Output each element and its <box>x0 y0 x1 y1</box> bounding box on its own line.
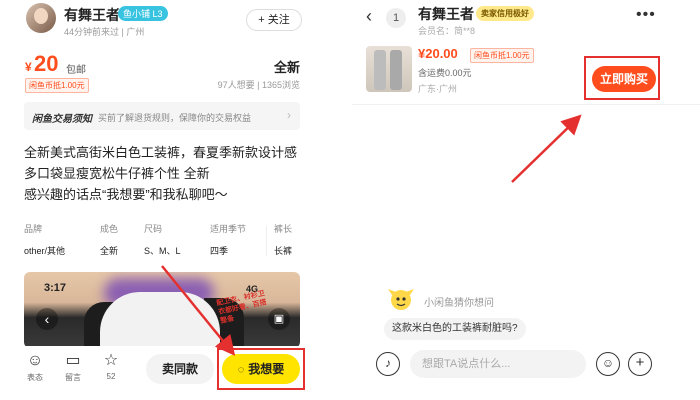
seller-avatar[interactable] <box>26 3 56 33</box>
photo-detail <box>100 292 220 348</box>
gallery-icon[interactable]: ▣ <box>268 308 290 330</box>
product-description: 全新美式高街米白色工装裤，春夏季新款设计感 多口袋显瘦宽松牛仔裤个性 全新 感兴… <box>24 142 304 205</box>
attribute-table: 品牌 other/其他 成色 全新 尺码 S、M、L 适用季节 四季 裤长 长裤 <box>24 222 302 264</box>
item-thumbnail[interactable] <box>366 46 412 92</box>
comment-button[interactable]: ▭ 留言 <box>60 352 86 383</box>
trade-notice-banner[interactable]: 闲鱼交易须知 买前了解退货规则，保障你的交易权益 › <box>24 102 300 130</box>
attribute-value: 长裤 <box>274 246 293 256</box>
bot-avatar-icon <box>388 289 414 310</box>
sell-same-button[interactable]: 卖同款 <box>146 354 214 384</box>
divider <box>266 226 267 256</box>
suggested-question-chip[interactable]: 这款米白色的工装裤耐脏吗? <box>384 318 526 340</box>
description-line: 全新美式高街米白色工装裤，春夏季新款设计感 <box>24 145 298 160</box>
attribute-key: 尺码 <box>144 224 163 234</box>
notice-title: 闲鱼交易须知 <box>32 114 92 125</box>
back-arrow-icon[interactable]: ‹ <box>366 6 372 27</box>
chat-partner-name[interactable]: 有舞王者 <box>418 4 474 24</box>
attribute-value: S、M、L <box>144 246 181 256</box>
seller-credit-badge: 卖家信用极好 <box>476 6 534 21</box>
plus-icon[interactable]: + <box>628 352 652 376</box>
member-name: 会员名：简**8 <box>418 26 476 36</box>
message-input[interactable] <box>410 350 586 378</box>
emoji-icon[interactable]: ☺ <box>596 352 620 376</box>
divider <box>352 104 700 105</box>
coin-discount-tag: 闲鱼币抵1.00元 <box>25 78 89 93</box>
price-value: 20 <box>34 51 59 76</box>
chat-panel: ‹ 1 有舞王者 卖家信用极好 会员名：简**8 ••• ¥20.00 闲鱼币抵… <box>352 0 700 400</box>
more-options-icon[interactable]: ••• <box>636 6 656 24</box>
voice-icon[interactable]: ♪ <box>376 352 400 376</box>
condition-label: 全新 <box>274 60 301 75</box>
attribute-season: 适用季节 四季 <box>210 222 246 257</box>
item-price: ¥20.00 <box>418 46 458 61</box>
attribute-key: 适用季节 <box>210 224 247 234</box>
attribute-length: 裤长 长裤 <box>274 222 292 257</box>
attribute-value: 全新 <box>100 246 119 256</box>
photo-handwritten-note: 配卫衣、衬衫卫衣都好看、百搭整备 <box>215 290 268 325</box>
seller-last-seen: 44分钟前来过 | 广州 <box>64 27 145 37</box>
photo-clock: 3:17 <box>44 282 67 294</box>
attribute-condition: 成色 全新 <box>100 222 118 257</box>
item-location: 广东·广州 <box>418 84 457 94</box>
smile-plus-icon: ☺ <box>26 352 44 369</box>
attribute-value: other/其他 <box>24 246 66 256</box>
notice-text: 买前了解退货规则，保障你的交易权益 <box>98 113 252 123</box>
bot-label: 小闲鱼猜你想问 <box>424 298 494 309</box>
chevron-left-icon[interactable]: ‹ <box>36 308 58 330</box>
follow-button[interactable]: + 关注 <box>246 9 302 31</box>
product-photo[interactable]: 3:17 4G 配卫衣、衬衫卫衣都好看、百搭整备 ‹ ▣ <box>24 272 300 348</box>
shipping-fee: 含运费0.00元 <box>418 68 472 78</box>
price-currency: ¥ <box>25 60 32 74</box>
description-line: 感兴趣的话点“我想要”和我私聊吧～ <box>24 187 228 202</box>
seller-name[interactable]: 有舞王者 <box>64 5 120 25</box>
comment-label: 留言 <box>65 373 81 382</box>
chevron-right-icon: › <box>287 108 291 122</box>
react-label: 表态 <box>27 373 43 382</box>
attribute-brand: 品牌 other/其他 <box>24 222 65 257</box>
product-detail-panel: 有舞王者 鱼小铺 L3 44分钟前来过 | 广州 + 关注 ¥ 20 包邮 闲鱼… <box>0 0 320 400</box>
unread-count-badge: 1 <box>386 8 406 28</box>
seller-level-badge: 鱼小铺 L3 <box>118 6 168 21</box>
attribute-key: 裤长 <box>274 224 293 234</box>
attribute-value: 四季 <box>210 246 229 256</box>
message-icon: ▭ <box>65 352 81 369</box>
favorite-button[interactable]: ☆ 52 <box>98 352 124 381</box>
description-line: 多口袋显瘦宽松牛仔裤个性 全新 <box>24 166 210 181</box>
attribute-key: 成色 <box>100 224 119 234</box>
shipping-tag: 包邮 <box>66 65 86 76</box>
star-icon: ☆ <box>103 352 119 369</box>
highlight-box <box>584 56 660 100</box>
coin-discount-tag: 闲鱼币抵1.00元 <box>470 48 534 63</box>
attribute-key: 品牌 <box>24 224 43 234</box>
attribute-size: 尺码 S、M、L <box>144 222 181 257</box>
view-stats: 97人想要 | 1365浏览 <box>217 80 300 90</box>
react-button[interactable]: ☺ 表态 <box>22 352 48 383</box>
highlight-box <box>217 348 305 390</box>
favorite-count: 52 <box>106 372 116 381</box>
